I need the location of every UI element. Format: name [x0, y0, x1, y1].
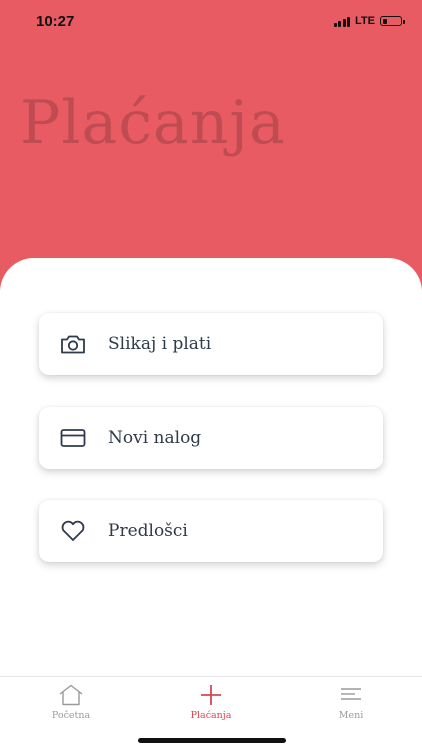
- heart-icon: [60, 518, 86, 544]
- tab-label: Početna: [51, 710, 91, 721]
- status-bar: 10:27 LTE: [0, 0, 422, 44]
- action-label: Novi nalog: [108, 428, 202, 448]
- tab-home[interactable]: Početna: [11, 677, 131, 727]
- home-icon: [58, 683, 84, 707]
- content-sheet: Slikaj i plati Novi nalog Predlošci: [0, 258, 422, 678]
- tab-payments[interactable]: Plaćanja: [151, 677, 271, 727]
- battery-level: [382, 18, 388, 24]
- page-title: Plaćanja: [20, 88, 286, 158]
- templates-button[interactable]: Predlošci: [39, 500, 383, 562]
- header-banner: 10:27 LTE Plaćanja: [0, 0, 422, 290]
- plus-icon: [200, 683, 222, 707]
- snap-and-pay-button[interactable]: Slikaj i plati: [39, 313, 383, 375]
- camera-icon: [60, 331, 86, 357]
- menu-icon: [339, 683, 363, 707]
- home-indicator: [138, 738, 286, 743]
- action-label: Predlošci: [108, 521, 188, 541]
- tab-menu[interactable]: Meni: [291, 677, 411, 727]
- new-order-button[interactable]: Novi nalog: [39, 407, 383, 469]
- tab-label: Plaćanja: [190, 710, 232, 721]
- signal-icon: [333, 16, 351, 27]
- tab-label: Meni: [338, 710, 364, 721]
- status-time: 10:27: [36, 13, 75, 30]
- action-label: Slikaj i plati: [108, 334, 212, 354]
- status-indicators: LTE: [333, 14, 405, 28]
- network-label: LTE: [355, 15, 375, 27]
- battery-icon: [380, 16, 405, 26]
- credit-card-icon: [60, 425, 86, 451]
